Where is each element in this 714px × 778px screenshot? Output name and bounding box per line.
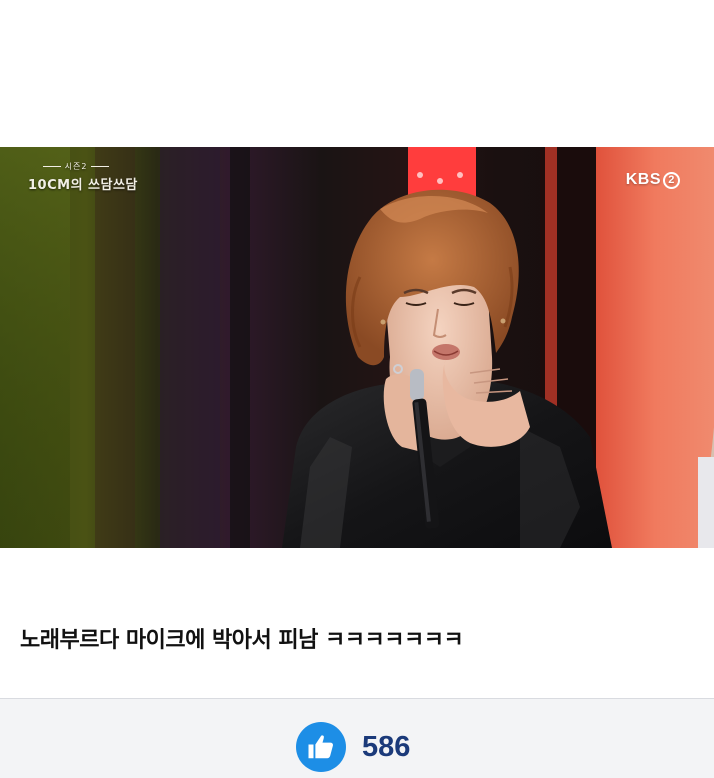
show-logo: 시즌2 10CM의 쓰담쓰담 [28,161,138,193]
show-logo-subtitle: 시즌2 [28,161,124,172]
post-page: 시즌2 10CM의 쓰담쓰담 KBS 2 노래부르다 마이크에 박아서 피남 ㅋ… [0,0,714,778]
thumbs-up-icon [308,735,333,759]
video-still[interactable]: 시즌2 10CM의 쓰담쓰담 KBS 2 [0,147,714,548]
broadcaster-logo: KBS 2 [626,171,680,189]
show-logo-title: 10CM의 쓰담쓰담 [28,178,138,193]
reaction-bar [0,698,714,778]
like-button[interactable] [296,722,346,772]
broadcaster-name: KBS [625,171,661,188]
like-count: 586 [362,731,411,763]
channel-number-badge: 2 [663,171,680,189]
post-caption: 노래부르다 마이크에 박아서 피남 ㅋㅋㅋㅋㅋㅋㅋ [20,628,464,653]
stage-photo [0,147,714,548]
top-spacer [0,0,714,147]
